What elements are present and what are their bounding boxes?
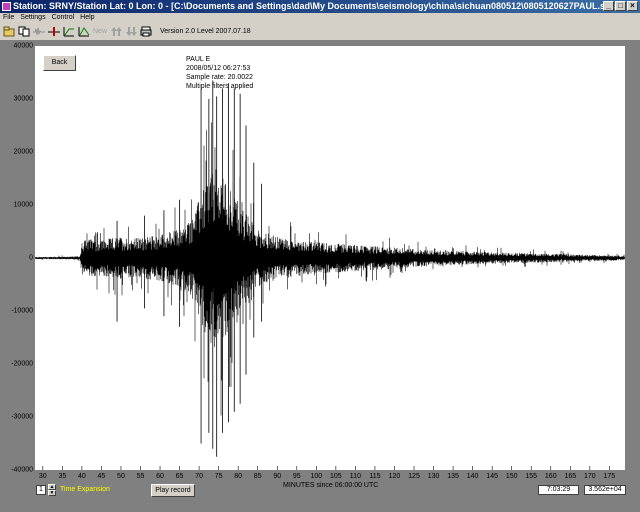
waveform-icon[interactable] [32,25,46,39]
menu-help[interactable]: Help [77,13,97,23]
title-bar: Station: SRNY/Station Lat: 0 Lon: 0 - [C… [0,0,640,13]
x-tick-label: 125 [408,473,420,480]
filter-status: Multiple filters applied [186,83,254,90]
y-tick-label: -10000 [11,307,33,315]
y-tick-label: 0 [29,254,33,262]
copy-icon[interactable] [17,25,31,39]
x-tick-label: 135 [447,473,459,480]
menu-file[interactable]: File [0,13,17,23]
y-tick-label: 30000 [13,95,33,103]
x-tick-label: 85 [253,473,262,480]
x-tick-label: 110 [349,473,361,480]
x-axis-label: MINUTES since 06:00:00 UTC [283,482,379,489]
y-tick-label: 40000 [13,42,33,50]
cursor-time-readout: 7:03:29 [538,485,579,495]
x-tick-label: 160 [544,473,557,480]
y-tick-label: 10000 [13,201,33,209]
filter-cursor-icon[interactable] [47,25,61,39]
x-tick-label: 40 [77,473,86,480]
x-tick-label: 115 [369,473,381,480]
back-button[interactable]: Back [43,55,76,71]
x-tick-label: 130 [427,473,440,480]
stepper-down-icon[interactable]: ▼ [48,490,56,496]
seismogram-trace [34,80,625,470]
x-tick-label: 65 [175,473,184,480]
x-tick-label: 60 [156,473,164,480]
app-icon [2,2,11,11]
minimize-button[interactable]: _ [603,1,614,11]
x-tick-label: 155 [525,473,538,480]
x-tick-label: 70 [195,473,203,480]
time-expansion-label: Time Expansion [60,486,110,493]
y-tick-label: 20000 [13,148,33,156]
x-tick-label: 30 [38,473,47,480]
x-tick-label: 165 [564,473,577,480]
x-tick-label: 100 [310,473,323,480]
time-expansion-stepper[interactable]: ▲ ▼ [48,484,56,496]
x-tick-label: 75 [214,473,223,480]
x-tick-label: 55 [136,473,145,480]
move-up-icon[interactable] [109,25,123,39]
play-record-button[interactable]: Play record [151,484,195,497]
x-tick-label: 105 [330,473,342,480]
x-tick-label: 95 [292,473,301,480]
record-datetime: 2008/05/12 06:27:53 [186,65,251,72]
x-tick-label: 120 [388,473,401,480]
time-expansion-input[interactable]: 1 [36,485,46,495]
close-button[interactable]: × [627,1,638,11]
x-tick-label: 45 [97,473,106,480]
station-name: PAUL E [186,56,211,63]
maximize-button[interactable]: □ [615,1,626,11]
menu-control[interactable]: Control [49,13,78,23]
window-controls: _ □ × [603,1,638,11]
toolbar: New Version 2.0 Level 2007.07.18 [0,23,640,41]
x-tick-label: 35 [58,473,67,480]
x-tick-label: 175 [603,473,616,480]
x-tick-label: 170 [583,473,596,480]
record-info: PAUL E 2008/05/12 06:27:53 Sample rate: … [186,55,253,91]
open-file-icon[interactable] [2,25,16,39]
x-tick-label: 150 [505,473,518,480]
new-button[interactable]: New [92,25,108,39]
y-tick-label: -40000 [11,466,33,474]
menu-settings[interactable]: Settings [17,13,48,23]
x-tick-label: 50 [117,473,125,480]
move-down-icon[interactable] [124,25,138,39]
sample-rate: Sample rate: 20.0022 [186,74,253,81]
lowpass-filter-icon[interactable] [77,25,91,39]
y-tick-label: -20000 [11,360,33,368]
highpass-filter-icon[interactable] [62,25,76,39]
x-tick-label: 145 [486,473,498,480]
seismogram-waveform [34,122,625,416]
menu-bar: File Settings Control Help [0,13,640,23]
cursor-value-readout: 3.562e+04 [584,485,626,495]
seismogram-plot[interactable] [34,46,625,470]
x-tick-label: 90 [273,473,282,480]
x-tick-label: 140 [466,473,479,480]
y-tick-label: -30000 [11,413,33,421]
x-tick-label: 80 [234,473,243,480]
print-icon[interactable] [139,25,153,39]
version-label: Version 2.0 Level 2007.07.18 [160,28,251,35]
window-title: Station: SRNY/Station Lat: 0 Lon: 0 - [C… [13,1,618,11]
